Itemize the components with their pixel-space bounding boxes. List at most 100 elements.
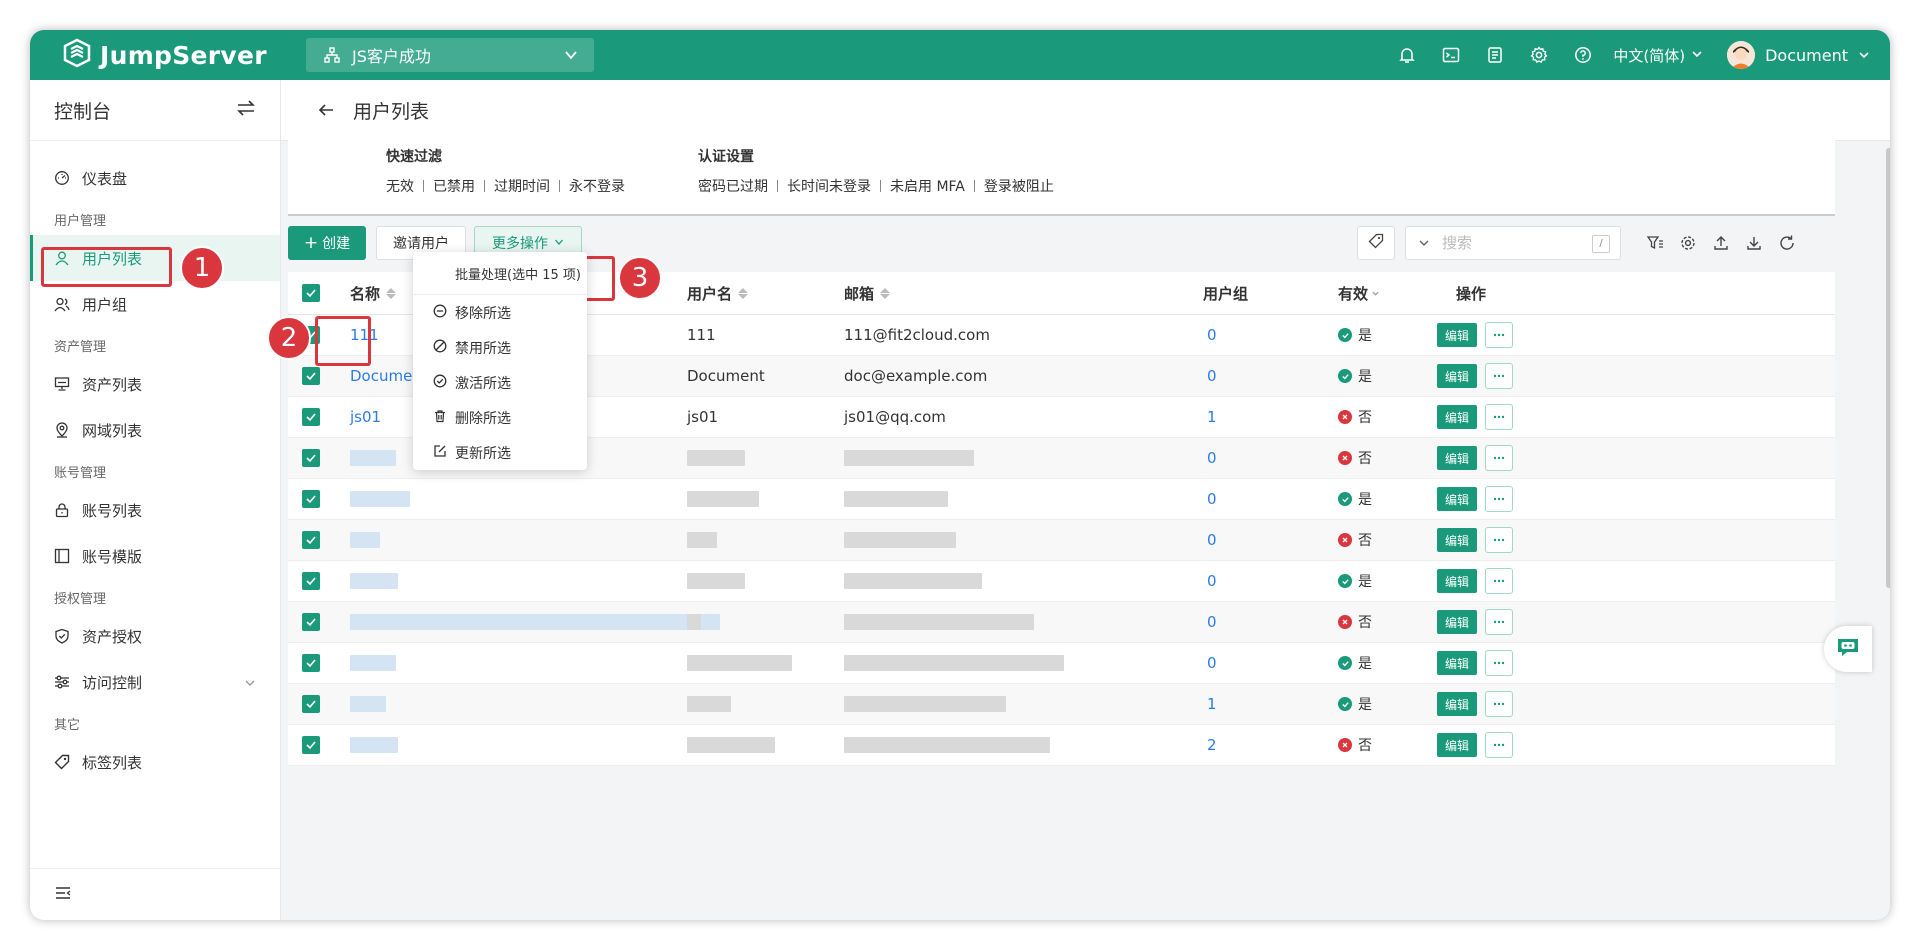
user-menu[interactable]: Document bbox=[1727, 41, 1870, 69]
sort-icon[interactable] bbox=[880, 287, 891, 299]
edit-button[interactable]: 编辑 bbox=[1437, 651, 1477, 675]
terminal-icon[interactable] bbox=[1429, 30, 1473, 80]
table-settings-icon[interactable] bbox=[1671, 234, 1704, 252]
more-button[interactable] bbox=[1485, 732, 1513, 758]
menu-item-remove-selected[interactable]: 移除所选 bbox=[413, 295, 587, 330]
refresh-icon[interactable] bbox=[1770, 234, 1803, 252]
upload-icon[interactable] bbox=[1704, 234, 1737, 252]
row-checkbox[interactable] bbox=[302, 736, 320, 754]
table-row[interactable]: 1 是 编辑 bbox=[288, 684, 1835, 725]
more-button[interactable] bbox=[1485, 404, 1513, 430]
switch-view-icon[interactable] bbox=[236, 98, 256, 123]
edit-button[interactable]: 编辑 bbox=[1437, 364, 1477, 388]
column-header-username[interactable]: 用户名 bbox=[687, 272, 749, 314]
more-button[interactable] bbox=[1485, 568, 1513, 594]
table-row[interactable]: 0 是 编辑 bbox=[288, 643, 1835, 684]
help-icon[interactable] bbox=[1561, 30, 1605, 80]
cell-user-groups[interactable]: 0 bbox=[1207, 438, 1217, 478]
notification-bell-icon[interactable] bbox=[1385, 30, 1429, 80]
sidebar-item-user-group[interactable]: 用户组 bbox=[30, 281, 280, 327]
select-all-checkbox[interactable] bbox=[302, 284, 320, 302]
row-checkbox[interactable] bbox=[302, 531, 320, 549]
tag-filter-button[interactable] bbox=[1357, 226, 1395, 260]
cell-user-groups[interactable]: 0 bbox=[1207, 356, 1217, 396]
sidebar-item-account-list[interactable]: 账号列表 bbox=[30, 487, 280, 533]
row-checkbox[interactable] bbox=[302, 613, 320, 631]
tickets-icon[interactable] bbox=[1473, 30, 1517, 80]
more-button[interactable] bbox=[1485, 363, 1513, 389]
more-button[interactable] bbox=[1485, 527, 1513, 553]
row-checkbox[interactable] bbox=[302, 449, 320, 467]
quick-filter-never-login[interactable]: 永不登录 bbox=[569, 176, 625, 196]
cell-user-groups[interactable]: 0 bbox=[1207, 602, 1217, 642]
table-row[interactable]: 0 否 编辑 bbox=[288, 602, 1835, 643]
cell-user-groups[interactable]: 0 bbox=[1207, 643, 1217, 683]
sidebar-item-account-template[interactable]: 账号模版 bbox=[30, 533, 280, 579]
more-button[interactable] bbox=[1485, 609, 1513, 635]
more-button[interactable] bbox=[1485, 691, 1513, 717]
cell-user-groups[interactable]: 0 bbox=[1207, 520, 1217, 560]
sort-icon[interactable] bbox=[738, 287, 749, 299]
table-row[interactable]: 0 否 编辑 bbox=[288, 520, 1835, 561]
create-button[interactable]: + 创建 bbox=[288, 226, 366, 260]
more-button[interactable] bbox=[1485, 322, 1513, 348]
cell-user-groups[interactable]: 0 bbox=[1207, 561, 1217, 601]
edit-button[interactable]: 编辑 bbox=[1437, 733, 1477, 757]
edit-button[interactable]: 编辑 bbox=[1437, 487, 1477, 511]
cell-user-groups[interactable]: 1 bbox=[1207, 684, 1217, 724]
menu-item-disable-selected[interactable]: 禁用所选 bbox=[413, 330, 587, 365]
table-row[interactable]: 0 是 编辑 bbox=[288, 561, 1835, 602]
sidebar-item-access-control[interactable]: 访问控制 bbox=[30, 659, 280, 705]
sidebar-item-asset-permission[interactable]: 资产授权 bbox=[30, 613, 280, 659]
cell-user-groups[interactable]: 2 bbox=[1207, 725, 1217, 765]
more-button[interactable] bbox=[1485, 650, 1513, 676]
vertical-scrollbar[interactable] bbox=[1886, 148, 1890, 588]
menu-item-update-selected[interactable]: 更新所选 bbox=[413, 435, 587, 470]
search-box[interactable]: / bbox=[1405, 226, 1621, 260]
cell-user-groups[interactable]: 1 bbox=[1207, 397, 1217, 437]
quick-filter-expired[interactable]: 过期时间 bbox=[494, 176, 550, 196]
edit-button[interactable]: 编辑 bbox=[1437, 692, 1477, 716]
download-icon[interactable] bbox=[1737, 234, 1770, 252]
menu-item-delete-selected[interactable]: 删除所选 bbox=[413, 400, 587, 435]
table-row[interactable]: 0 是 编辑 bbox=[288, 479, 1835, 520]
more-button[interactable] bbox=[1485, 486, 1513, 512]
collapse-menu-icon[interactable] bbox=[54, 884, 72, 906]
edit-button[interactable]: 编辑 bbox=[1437, 528, 1477, 552]
more-button[interactable] bbox=[1485, 445, 1513, 471]
table-row[interactable]: 2 否 编辑 bbox=[288, 725, 1835, 766]
sidebar-item-dashboard[interactable]: 仪表盘 bbox=[30, 155, 280, 201]
edit-button[interactable]: 编辑 bbox=[1437, 405, 1477, 429]
edit-button[interactable]: 编辑 bbox=[1437, 446, 1477, 470]
sidebar-item-domain-list[interactable]: 网域列表 bbox=[30, 407, 280, 453]
row-checkbox[interactable] bbox=[302, 695, 320, 713]
filter-columns-icon[interactable] bbox=[1638, 234, 1671, 252]
chevron-down-icon[interactable] bbox=[1418, 237, 1430, 249]
filter-password-expired[interactable]: 密码已过期 bbox=[698, 176, 768, 196]
filter-login-blocked[interactable]: 登录被阻止 bbox=[984, 176, 1054, 196]
cell-user-groups[interactable]: 0 bbox=[1207, 479, 1217, 519]
quick-filter-disabled[interactable]: 已禁用 bbox=[433, 176, 475, 196]
logo[interactable]: JumpServer bbox=[62, 38, 267, 72]
row-checkbox[interactable] bbox=[302, 408, 320, 426]
cell-name[interactable]: js01 bbox=[350, 397, 381, 437]
filter-long-inactive[interactable]: 长时间未登录 bbox=[787, 176, 871, 196]
search-input[interactable] bbox=[1440, 233, 1584, 253]
menu-item-activate-selected[interactable]: 激活所选 bbox=[413, 365, 587, 400]
row-checkbox[interactable] bbox=[302, 572, 320, 590]
quick-filter-invalid[interactable]: 无效 bbox=[386, 176, 414, 196]
row-checkbox[interactable] bbox=[302, 367, 320, 385]
language-select[interactable]: 中文(简体) bbox=[1613, 45, 1703, 66]
sidebar-item-asset-list[interactable]: 资产列表 bbox=[30, 361, 280, 407]
row-checkbox[interactable] bbox=[302, 490, 320, 508]
filter-mfa-disabled[interactable]: 未启用 MFA bbox=[890, 176, 965, 196]
column-header-valid[interactable]: 有效 bbox=[1338, 272, 1380, 314]
edit-button[interactable]: 编辑 bbox=[1437, 610, 1477, 634]
chat-assistant-button[interactable] bbox=[1824, 626, 1872, 672]
back-arrow-icon[interactable] bbox=[317, 101, 335, 119]
edit-button[interactable]: 编辑 bbox=[1437, 323, 1477, 347]
column-header-email[interactable]: 邮箱 bbox=[844, 272, 891, 314]
edit-button[interactable]: 编辑 bbox=[1437, 569, 1477, 593]
sort-icon[interactable] bbox=[386, 287, 397, 299]
cell-user-groups[interactable]: 0 bbox=[1207, 315, 1217, 355]
